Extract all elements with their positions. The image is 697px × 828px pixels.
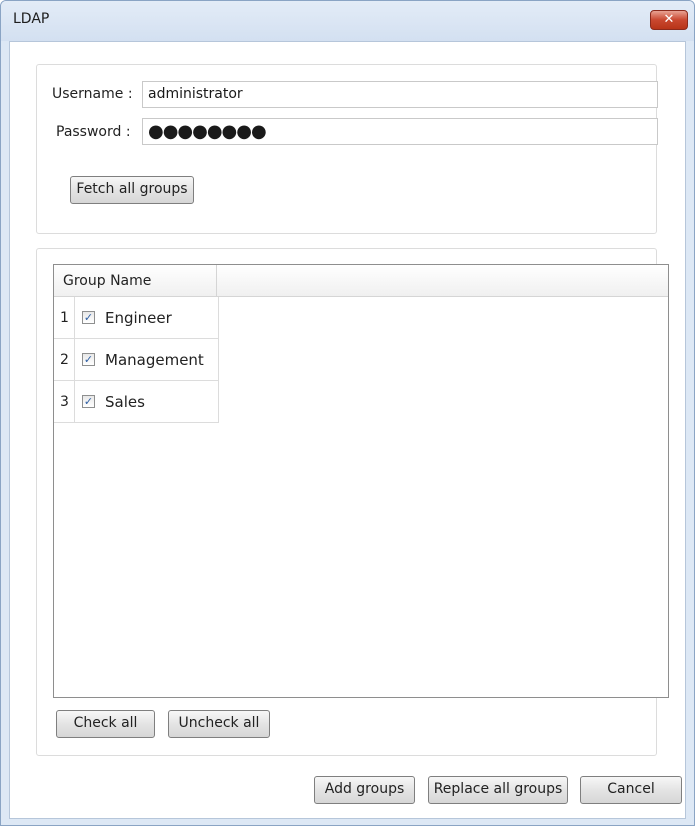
group-name: Engineer bbox=[105, 309, 172, 327]
group-checkbox[interactable]: ✓ bbox=[82, 353, 95, 366]
add-groups-button[interactable]: Add groups bbox=[314, 776, 415, 804]
table-row[interactable]: 2 ✓ Management bbox=[54, 339, 219, 381]
fetch-all-groups-button[interactable]: Fetch all groups bbox=[70, 176, 194, 204]
row-number: 1 bbox=[54, 297, 75, 339]
uncheck-all-button[interactable]: Uncheck all bbox=[168, 710, 270, 738]
table-row[interactable]: 3 ✓ Sales bbox=[54, 381, 219, 423]
replace-all-groups-button[interactable]: Replace all groups bbox=[428, 776, 568, 804]
group-name: Management bbox=[105, 351, 204, 369]
group-checkbox[interactable]: ✓ bbox=[82, 311, 95, 324]
password-field[interactable]: ●●●●●●●● bbox=[142, 118, 658, 145]
title-bar[interactable]: LDAP ✕ bbox=[1, 1, 694, 41]
row-number: 2 bbox=[54, 339, 75, 381]
table-row[interactable]: 1 ✓ Engineer bbox=[54, 297, 219, 339]
group-name: Sales bbox=[105, 393, 145, 411]
password-label: Password : bbox=[56, 124, 131, 140]
ldap-dialog: LDAP ✕ Username : administrator Password… bbox=[0, 0, 695, 826]
column-header-group-name[interactable]: Group Name bbox=[54, 265, 217, 296]
username-field[interactable]: administrator bbox=[142, 81, 658, 108]
dialog-body: Username : administrator Password : ●●●●… bbox=[9, 41, 686, 819]
group-checkbox[interactable]: ✓ bbox=[82, 395, 95, 408]
group-cell: ✓ Engineer bbox=[75, 297, 219, 339]
check-all-button[interactable]: Check all bbox=[56, 710, 155, 738]
row-number: 3 bbox=[54, 381, 75, 423]
group-cell: ✓ Sales bbox=[75, 381, 219, 423]
grid-header: Group Name bbox=[54, 265, 668, 297]
group-cell: ✓ Management bbox=[75, 339, 219, 381]
cancel-button[interactable]: Cancel bbox=[580, 776, 682, 804]
dialog-title: LDAP bbox=[13, 11, 50, 27]
groups-grid[interactable]: Group Name 1 ✓ Engineer 2 ✓ Management 3 bbox=[53, 264, 669, 698]
close-button[interactable]: ✕ bbox=[650, 10, 688, 30]
close-icon: ✕ bbox=[663, 12, 675, 27]
username-label: Username : bbox=[52, 86, 133, 102]
